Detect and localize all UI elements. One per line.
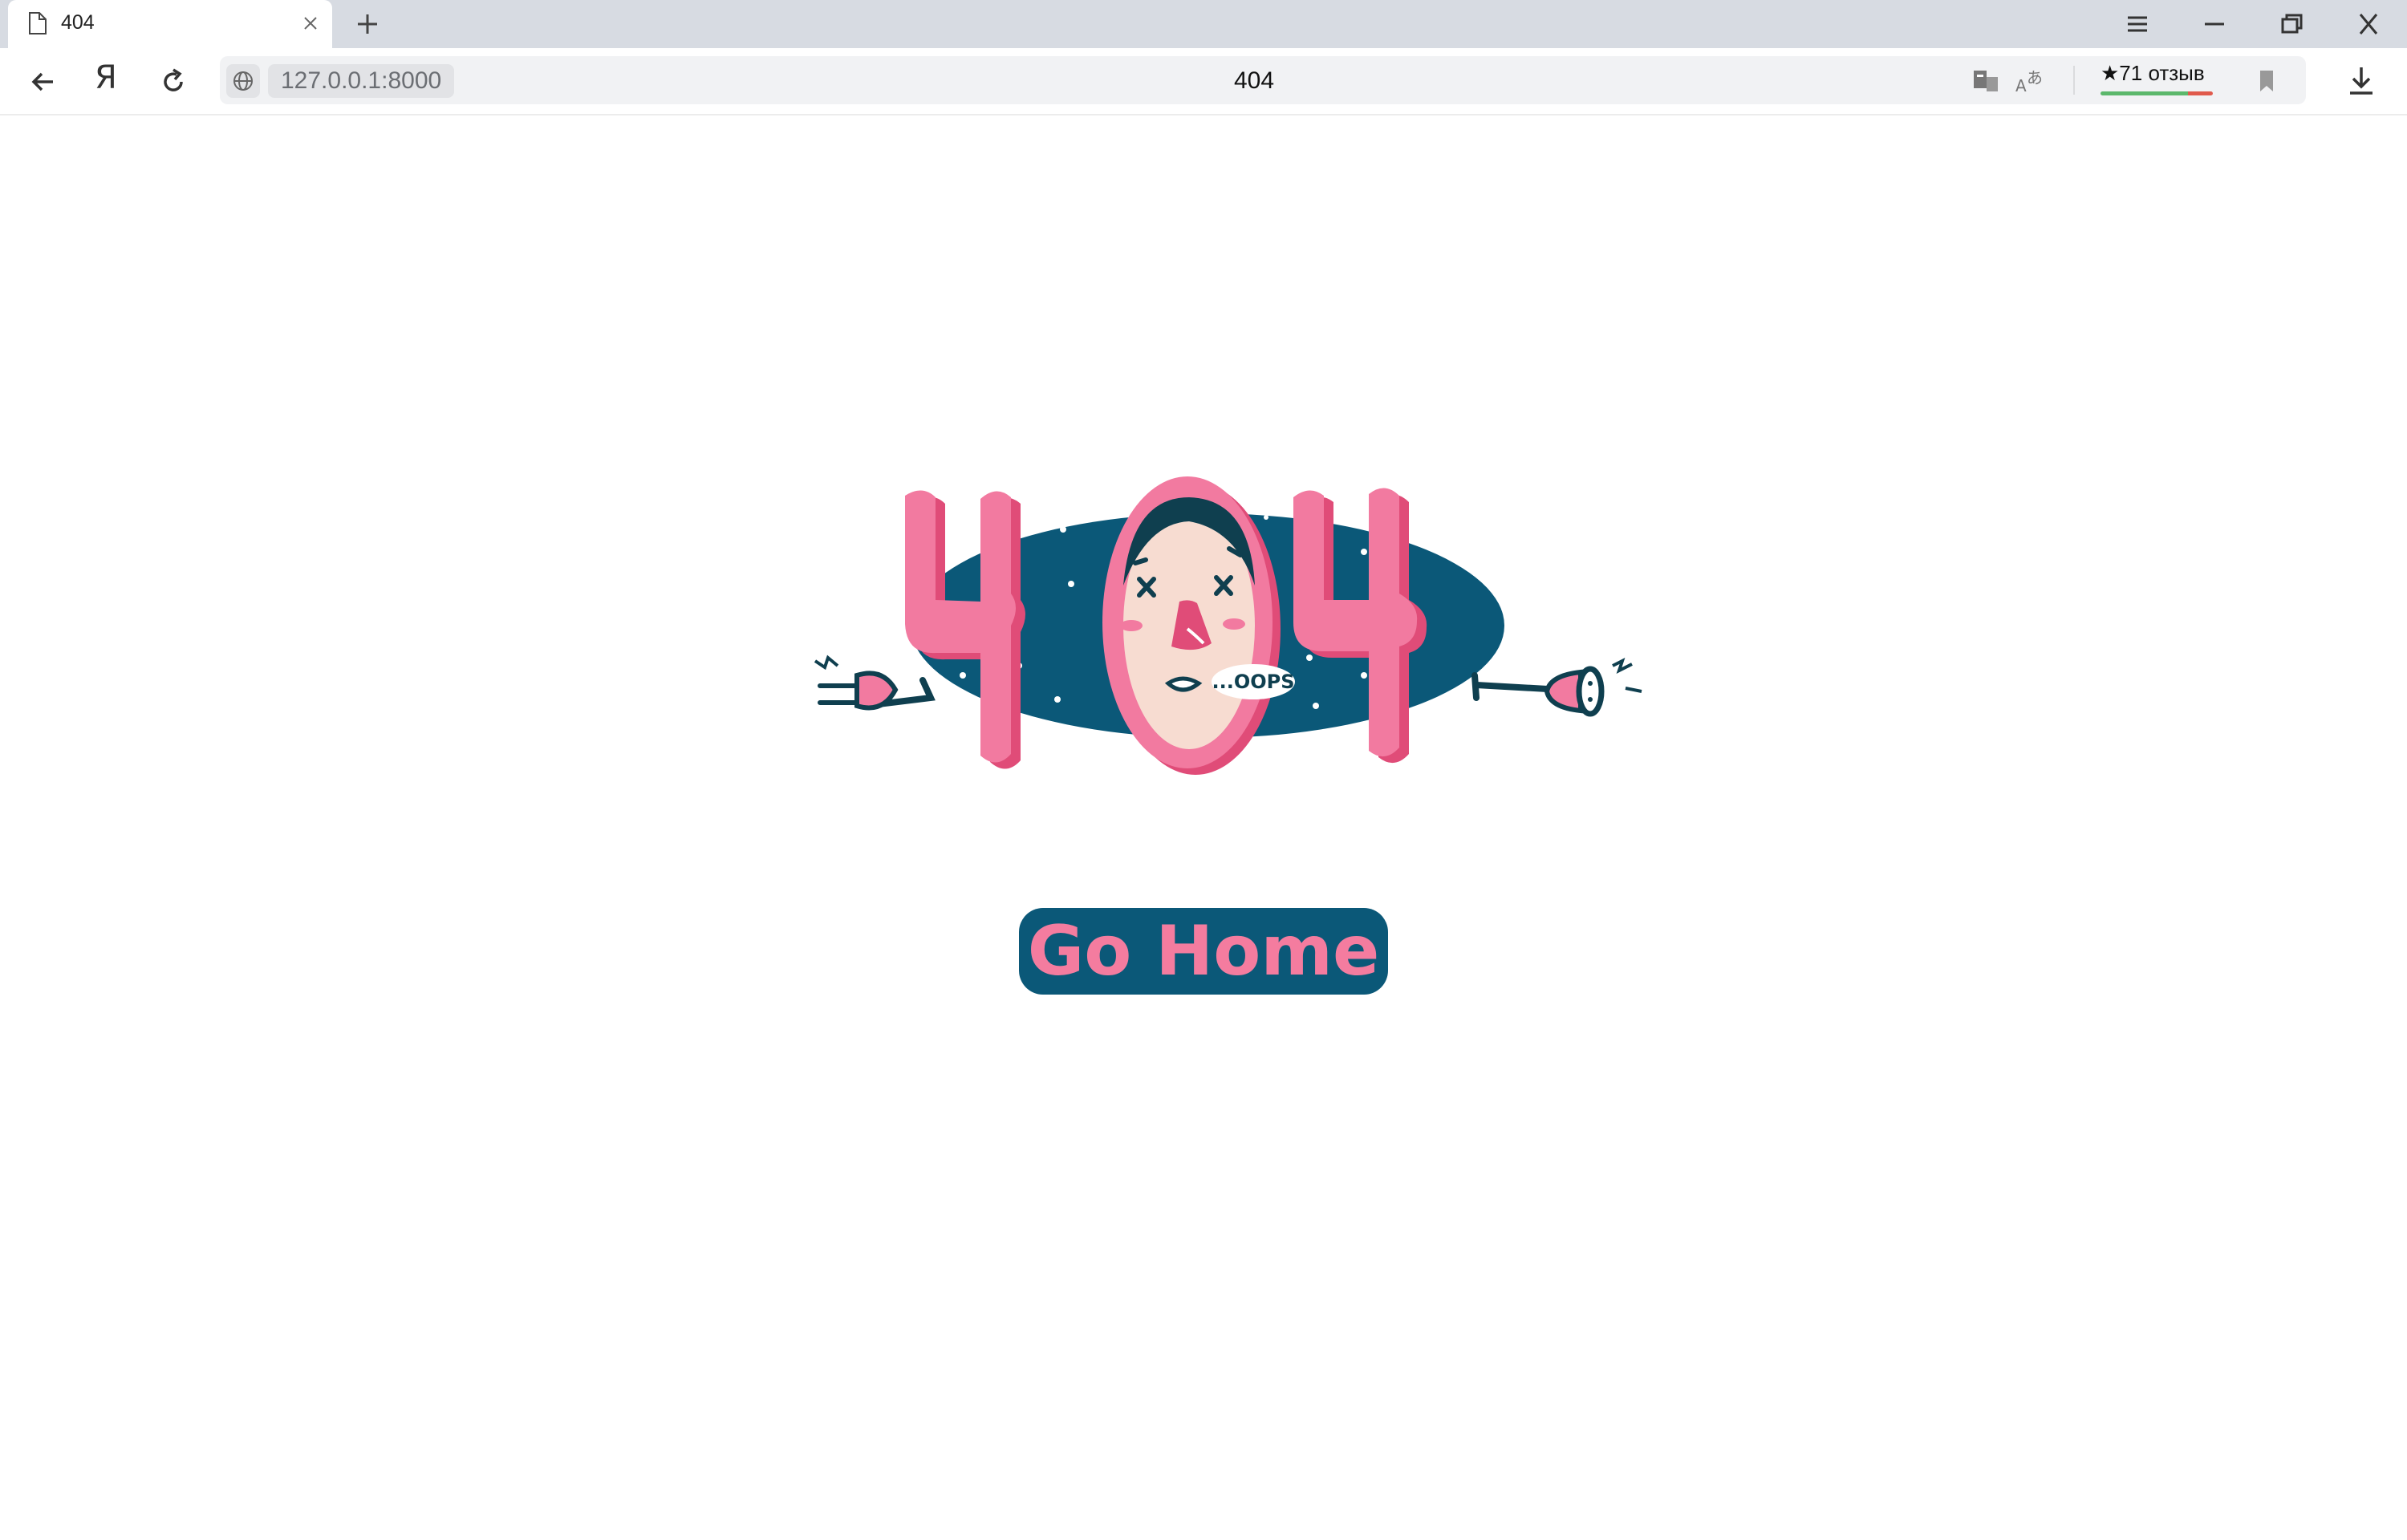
error-404-illustration: ...OOPS: [814, 476, 1642, 775]
go-home-button[interactable]: Go Home: [1019, 908, 1388, 995]
restore-icon[interactable]: [2275, 10, 2308, 38]
bookmark-icon[interactable]: [2250, 64, 2283, 98]
tab-active[interactable]: 404: [8, 0, 332, 48]
window-close-icon[interactable]: [2352, 10, 2385, 38]
menu-icon[interactable]: [2121, 10, 2153, 38]
address-bar[interactable]: 127.0.0.1:8000 404 A あ ★71 отзыв: [220, 56, 2306, 104]
download-icon[interactable]: [2343, 63, 2380, 99]
document-icon: [29, 12, 47, 34]
speech-bubble-text: ...OOPS: [1212, 671, 1294, 693]
refresh-icon[interactable]: [156, 64, 191, 99]
reviews-badge[interactable]: ★71 отзыв: [2101, 59, 2221, 103]
plus-icon[interactable]: [353, 10, 382, 38]
translate-icon[interactable]: A あ: [2012, 64, 2046, 98]
yandex-logo[interactable]: Я: [95, 59, 117, 96]
browser-toolbar: Я 127.0.0.1:8000 404 A あ ★71 отзыв: [0, 48, 2407, 116]
svg-text:A: A: [2015, 76, 2027, 95]
globe-icon[interactable]: [226, 64, 260, 98]
svg-text:あ: あ: [2027, 68, 2043, 87]
page-title: 404: [1234, 67, 1275, 94]
tab-strip: 404: [0, 0, 2407, 48]
reviews-label: ★71 отзыв: [2101, 61, 2205, 85]
digit-four-left: [905, 490, 1025, 769]
tab-title: 404: [61, 11, 95, 34]
reviews-rating-bar: [2101, 91, 2213, 95]
reader-mode-icon[interactable]: [1969, 64, 2003, 98]
url-text[interactable]: 127.0.0.1:8000: [268, 64, 455, 98]
right-plug-icon: [1471, 658, 1642, 717]
toolbar-separator: [2073, 66, 2075, 95]
minimize-icon[interactable]: [2198, 10, 2230, 38]
back-icon[interactable]: [26, 64, 61, 99]
close-icon[interactable]: [298, 11, 323, 35]
left-plug-icon: [814, 654, 936, 711]
